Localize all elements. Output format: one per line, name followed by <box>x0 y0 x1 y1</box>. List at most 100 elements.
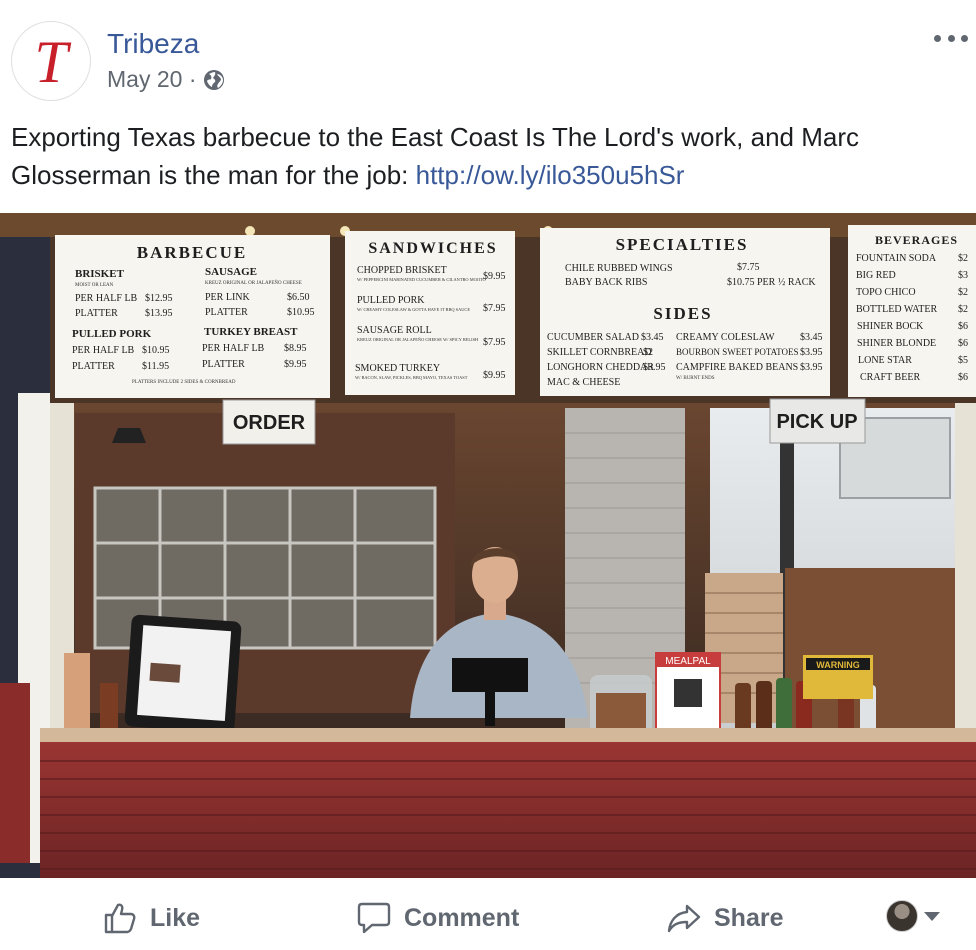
menu-item: MAC & CHEESE <box>547 377 620 388</box>
order-sign-text: ORDER <box>233 412 306 434</box>
post-photo[interactable]: MEALPAL WARNING BARBECUE BRISKET MOIST O… <box>0 213 976 878</box>
menu-item: SHINER BLONDE <box>857 338 936 349</box>
menu-price: $7.75 <box>737 262 760 273</box>
menu-price: $7.95 <box>483 337 506 348</box>
share-button[interactable]: Share <box>666 898 783 938</box>
menu-item: CUCUMBER SALAD <box>547 332 639 343</box>
menu-item: PER HALF LB <box>75 293 138 304</box>
audience-selector[interactable] <box>886 900 940 932</box>
menu-item: TOPO CHICO <box>856 287 916 298</box>
share-label: Share <box>714 903 784 932</box>
barbecue-title: BARBECUE <box>137 243 247 262</box>
menu-price: $6 <box>958 321 968 332</box>
post-header: T Tribeza May 20 · <box>0 0 976 112</box>
menu-price: $7.95 <box>483 303 506 314</box>
menu-price: $6.50 <box>287 292 310 303</box>
menu-note: KREUZ ORIGINAL OR JALAPEÑO CHEESE W/ SPI… <box>357 337 479 342</box>
share-arrow-icon <box>667 904 701 933</box>
menu-item: BOURBON SWEET POTATOES <box>676 347 798 357</box>
menu-price: $9.95 <box>483 271 506 282</box>
menu-price: $10.95 <box>287 307 315 318</box>
caret-down-icon <box>924 911 940 921</box>
menu-item: SAUSAGE ROLL <box>357 325 432 336</box>
menu-item: LONGHORN CHEDDAR <box>547 362 654 373</box>
order-sign: ORDER <box>222 399 316 445</box>
like-label: Like <box>150 903 201 932</box>
thumbs-up-icon <box>104 903 136 934</box>
warning-sign-text: WARNING <box>816 660 860 670</box>
menu-price: $12.95 <box>145 293 173 304</box>
menu-board-beverages: BEVERAGES FOUNTAIN SODA $2 BIG RED $3 TO… <box>848 225 976 397</box>
post-action-bar: Like Comment Share <box>0 886 976 950</box>
globe-icon[interactable] <box>202 68 226 92</box>
menu-price: $3.95 <box>800 362 823 373</box>
menu-price: $2 <box>643 347 653 358</box>
menu-price: $10.95 <box>142 345 170 356</box>
comment-button[interactable]: Comment <box>356 898 519 938</box>
menu-turkey: TURKEY BREAST <box>204 326 298 338</box>
menu-item: CRAFT BEER <box>860 372 920 383</box>
photo-scene: MEALPAL WARNING BARBECUE BRISKET MOIST O… <box>0 213 976 878</box>
menu-item: PER LINK <box>205 292 251 303</box>
menu-item: BOTTLED WATER <box>856 304 938 315</box>
menu-item: CREAMY COLESLAW <box>676 332 775 343</box>
menu-item: SKILLET CORNBREAD <box>547 347 652 358</box>
menu-price: $6 <box>958 372 968 383</box>
menu-sausage-note: KREUZ ORIGINAL OR JALAPEÑO CHEESE <box>205 280 302 286</box>
page-avatar[interactable]: T <box>11 21 91 101</box>
menu-item: PER HALF LB <box>72 345 135 356</box>
pickup-sign: PICK UP <box>769 398 866 444</box>
menu-item: PULLED PORK <box>357 295 425 306</box>
menu-item: BABY BACK RIBS <box>565 277 647 288</box>
post-link[interactable]: http://ow.ly/ilo350u5hSr <box>416 160 685 190</box>
menu-note: W/ BURNT ENDS <box>676 376 715 381</box>
pickup-sign-text: PICK UP <box>776 411 857 433</box>
menu-price: $3.95 <box>800 347 823 358</box>
menu-pulled-pork: PULLED PORK <box>72 328 152 340</box>
menu-item: SMOKED TURKEY <box>355 363 440 374</box>
menu-price: $6 <box>958 338 968 349</box>
sides-title: SIDES <box>653 304 712 323</box>
menu-item: LONE STAR <box>858 355 912 366</box>
menu-price: $9.95 <box>483 370 506 381</box>
menu-footer: PLATTERS INCLUDE 2 SIDES & CORNBREAD <box>132 380 236 385</box>
menu-price: $2 <box>958 287 968 298</box>
menu-price: $3.45 <box>800 332 823 343</box>
speech-bubble-icon <box>357 902 391 934</box>
menu-note: W/ CREAMY COLESLAW & GOTTA HAVE IT BBQ S… <box>357 307 470 312</box>
menu-price: $11.95 <box>142 361 169 372</box>
menu-price: $5 <box>958 355 968 366</box>
menu-item: PLATTER <box>202 359 245 370</box>
menu-item: CHOPPED BRISKET <box>357 265 447 276</box>
post-message: Exporting Texas barbecue to the East Coa… <box>11 118 966 194</box>
menu-price: $2 <box>958 253 968 264</box>
page-name-link[interactable]: Tribeza <box>107 28 199 60</box>
beverages-title: BEVERAGES <box>875 233 958 247</box>
menu-price: $13.95 <box>145 308 173 319</box>
menu-board-barbecue: BARBECUE BRISKET MOIST OR LEAN PER HALF … <box>55 235 330 398</box>
sandwiches-title: SANDWICHES <box>368 240 497 257</box>
menu-price: $3 <box>958 270 968 281</box>
menu-price: $9.95 <box>284 359 307 370</box>
menu-price: $3.45 <box>641 332 664 343</box>
like-button[interactable]: Like <box>102 898 200 938</box>
menu-sausage: SAUSAGE <box>205 266 257 278</box>
menu-item: PLATTER <box>75 308 118 319</box>
menu-item: PER HALF LB <box>202 343 265 354</box>
menu-board-sandwiches: SANDWICHES CHOPPED BRISKET $9.95 W/ PEPP… <box>345 231 515 395</box>
menu-item: BIG RED <box>856 270 896 281</box>
ipad-menu <box>124 614 242 734</box>
menu-brisket-note: MOIST OR LEAN <box>75 283 114 288</box>
menu-price: $10.75 PER ½ RACK <box>727 277 816 288</box>
menu-price: $3.95 <box>643 362 666 373</box>
menu-item: PLATTER <box>205 307 248 318</box>
menu-item: PLATTER <box>72 361 115 372</box>
more-options-icon[interactable] <box>934 24 968 52</box>
avatar-logo-letter: T <box>34 29 68 95</box>
menu-item: SHINER BOCK <box>857 321 924 332</box>
menu-item: FOUNTAIN SODA <box>856 253 937 264</box>
menu-brisket: BRISKET <box>75 268 125 280</box>
menu-item: CAMPFIRE BAKED BEANS <box>676 362 798 373</box>
post-date[interactable]: May 20 · <box>107 66 196 93</box>
user-avatar <box>886 900 918 932</box>
